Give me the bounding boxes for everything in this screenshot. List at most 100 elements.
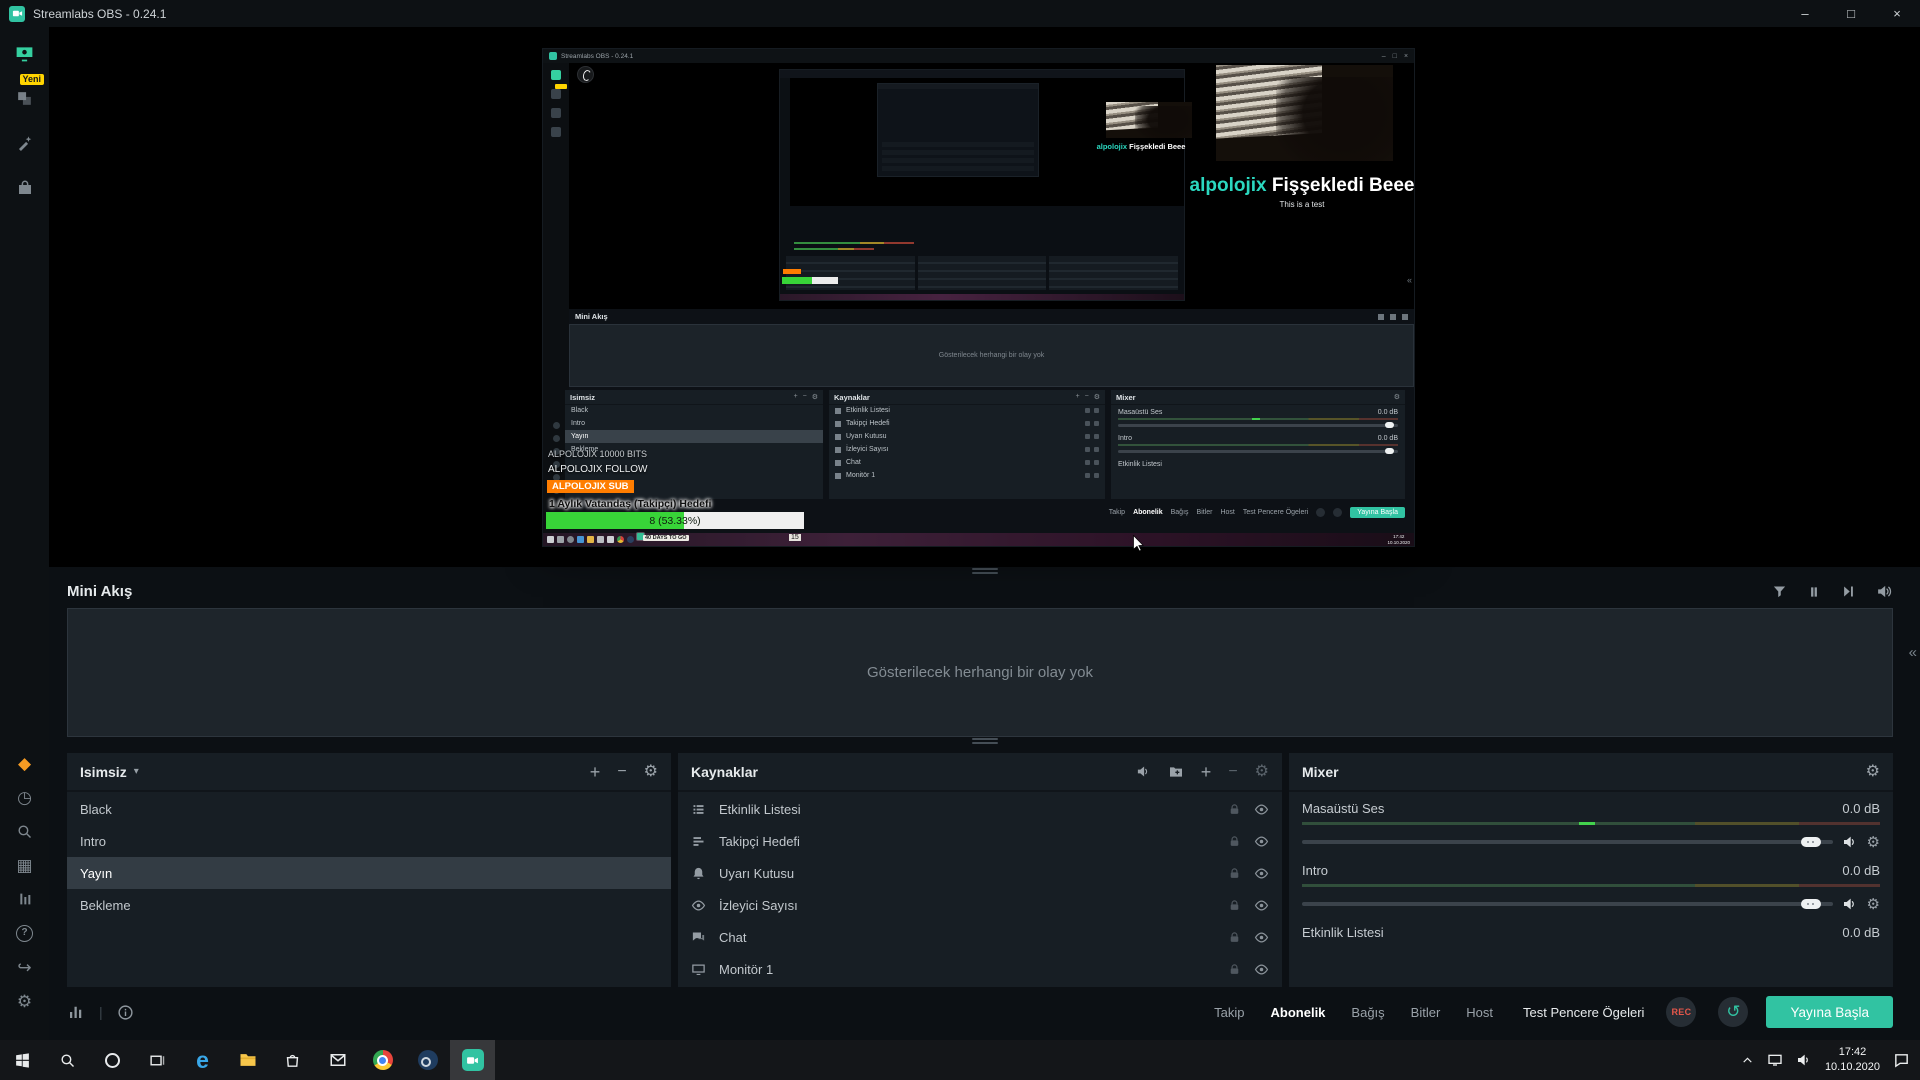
stream-headline: alpolojix Fişşekledi Beee This is a test [1189,175,1414,209]
mail-icon[interactable] [315,1040,360,1080]
settings-icon[interactable]: ⚙ [9,990,41,1012]
prime-icon[interactable]: ◆ [9,752,41,774]
mini-feed-empty-text: Gösterilecek herhangi bir olay yok [867,664,1093,681]
remove-scene-button[interactable]: − [617,764,626,780]
lock-icon[interactable] [1228,899,1241,912]
add-scene-button[interactable]: + [590,763,601,781]
editor-display[interactable]: Streamlabs OBS - 0.24.1 – □ × [49,27,1920,567]
store-icon[interactable] [9,175,41,201]
sidebar-bottom-group: ◆ ◷ ▦ ? ↪ ⚙ [9,752,41,1024]
audio-sources-icon[interactable] [1136,764,1151,779]
test-follow-button[interactable]: Takip [1214,1005,1244,1020]
speaker-icon[interactable] [1842,896,1858,912]
scene-row-active[interactable]: Yayın [67,857,671,889]
add-source-button[interactable]: + [1201,763,1212,781]
logout-icon[interactable]: ↪ [9,956,41,978]
channel-settings-icon[interactable]: ⚙ [1867,897,1880,912]
channel-settings-icon[interactable]: ⚙ [1867,835,1880,850]
source-row[interactable]: Uyarı Kutusu [678,857,1282,889]
test-widgets-label[interactable]: Test Pencere Ögeleri [1523,1005,1644,1020]
cortana-button[interactable] [90,1040,135,1080]
source-row[interactable]: Takipçi Hedefi [678,825,1282,857]
viewer-count-icon [691,898,708,913]
tray-expand-icon[interactable] [1741,1054,1754,1067]
taskbar-clock[interactable]: 17:42 10.10.2020 [1825,1045,1880,1075]
store-app-icon[interactable] [270,1040,315,1080]
mute-icon[interactable] [1876,583,1893,600]
source-properties-button[interactable]: ⚙ [1255,764,1269,780]
scenes-collection-title[interactable]: Isimsiz [80,764,127,780]
pause-icon[interactable] [1807,585,1821,599]
chrome-icon[interactable] [360,1040,405,1080]
streamlabs-taskbar-icon[interactable] [450,1040,495,1080]
visibility-icon[interactable] [1254,962,1269,977]
edge-icon[interactable]: e [180,1040,225,1080]
chevron-down-icon[interactable]: ▾ [134,766,139,777]
window-titlebar: Streamlabs OBS - 0.24.1 – □ × [0,0,1920,27]
volume-slider[interactable] [1302,840,1833,844]
volume-slider-handle[interactable] [1801,837,1821,847]
app-store-icon[interactable] [9,130,41,156]
mixer-panel: Mixer ⚙ Masaüstü Ses 0.0 dB [1289,753,1893,987]
test-subscription-button[interactable]: Abonelik [1271,1005,1326,1020]
performance-icon[interactable]: ◷ [9,786,41,808]
close-button[interactable]: × [1874,0,1920,27]
mixer-settings-button[interactable]: ⚙ [1866,764,1880,780]
source-row[interactable]: Chat [678,921,1282,953]
add-folder-button[interactable] [1168,764,1184,780]
visibility-icon[interactable] [1254,898,1269,913]
task-view-button[interactable] [135,1040,180,1080]
source-row[interactable]: Monitör 1 [678,953,1282,985]
help-icon[interactable]: ? [9,922,41,944]
visibility-icon[interactable] [1254,866,1269,881]
action-center-icon[interactable] [1893,1052,1910,1069]
file-explorer-icon[interactable] [225,1040,270,1080]
lock-icon[interactable] [1228,835,1241,848]
panel-resize-grip[interactable] [49,567,1920,575]
test-donation-button[interactable]: Bağış [1351,1005,1384,1020]
taskbar-search-button[interactable] [45,1040,90,1080]
skip-next-icon[interactable] [1841,584,1856,599]
source-row[interactable]: Etkinlik Listesi [678,793,1282,825]
editor-icon[interactable] [9,40,41,66]
maximize-button[interactable]: □ [1828,0,1874,27]
source-row[interactable]: İzleyici Sayısı [678,889,1282,921]
scene-row[interactable]: Bekleme [67,889,671,921]
test-host-button[interactable]: Host [1466,1005,1493,1020]
performance-stats-icon[interactable] [67,1003,85,1021]
go-live-button[interactable]: Yayına Başla [1766,996,1893,1028]
replay-buffer-button[interactable]: ↺ [1718,997,1748,1027]
tray-volume-icon[interactable] [1796,1052,1812,1068]
volume-slider[interactable] [1302,902,1833,906]
visibility-icon[interactable] [1254,802,1269,817]
volume-meter [1302,822,1880,825]
scene-row[interactable]: Intro [67,825,671,857]
record-button[interactable]: REC [1666,997,1696,1027]
volume-slider-handle[interactable] [1801,899,1821,909]
lock-icon[interactable] [1228,963,1241,976]
steam-icon[interactable] [405,1040,450,1080]
lock-icon[interactable] [1228,867,1241,880]
panel-resize-grip[interactable] [49,737,1920,745]
dock-expand-chevron[interactable]: « [1909,644,1917,661]
visibility-icon[interactable] [1254,834,1269,849]
filter-icon[interactable] [1772,584,1787,599]
tray-display-icon[interactable] [1767,1052,1783,1068]
test-bits-button[interactable]: Bitler [1411,1005,1441,1020]
lock-icon[interactable] [1228,931,1241,944]
start-button[interactable] [0,1040,45,1080]
mini-replay-button [1333,508,1342,517]
themes-icon[interactable]: Yeni [9,85,41,111]
speaker-icon[interactable] [1842,834,1858,850]
minimize-button[interactable]: – [1782,0,1828,27]
discover-search-icon[interactable] [9,820,41,842]
scene-settings-button[interactable]: ⚙ [644,764,658,780]
captured-obs-window[interactable]: Streamlabs OBS - 0.24.1 – □ × [543,49,1414,546]
remove-source-button[interactable]: − [1228,764,1237,780]
info-icon[interactable] [117,1004,134,1021]
visibility-icon[interactable] [1254,930,1269,945]
stats-icon[interactable] [9,888,41,910]
layout-editor-icon[interactable]: ▦ [9,854,41,876]
scene-row[interactable]: Black [67,793,671,825]
lock-icon[interactable] [1228,803,1241,816]
